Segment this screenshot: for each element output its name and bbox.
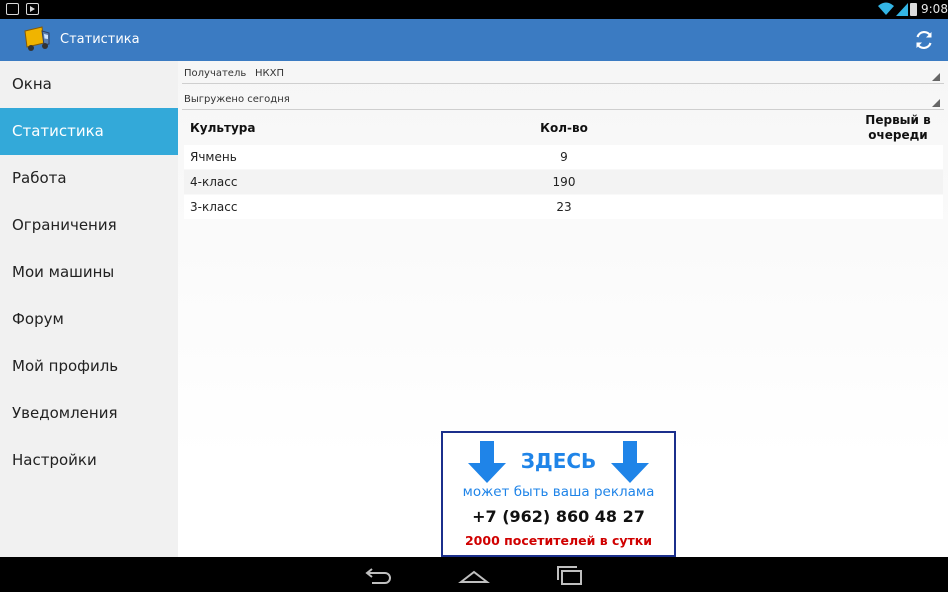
drawer-item-my-profile[interactable]: Мой профиль — [0, 343, 178, 390]
clipboard-check-icon — [6, 3, 19, 15]
navigation-drawer: Окна Статистика Работа Ограничения Мои м… — [0, 61, 178, 557]
drawer-item-notifications[interactable]: Уведомления — [0, 390, 178, 437]
drawer-item-windows[interactable]: Окна — [0, 61, 178, 108]
signal-icon — [896, 3, 908, 16]
dropdown-arrow-icon — [932, 73, 940, 81]
status-clock: 9:08 — [921, 2, 948, 16]
ad-phone: +7 (962) 860 48 27 — [472, 507, 645, 526]
ad-subline: может быть ваша реклама — [462, 484, 655, 500]
drawer-item-statistics[interactable]: Статистика — [0, 108, 178, 155]
count-cell: 190 — [552, 175, 576, 189]
battery-icon — [910, 3, 917, 16]
drawer-item-my-vehicles[interactable]: Мои машины — [0, 249, 178, 296]
date-spinner[interactable]: Выгружено сегодня — [182, 89, 944, 110]
action-bar: Статистика — [0, 19, 948, 61]
column-header-first-in-queue: Первый в очереди — [854, 113, 942, 143]
status-bar: 9:08 — [0, 0, 948, 19]
ad-headline: ЗДЕСЬ — [520, 449, 597, 473]
wifi-icon — [878, 2, 894, 15]
ad-visitors: 2000 посетителей в сутки — [464, 533, 653, 548]
count-cell: 9 — [560, 150, 568, 164]
culture-cell: 3-класс — [190, 200, 238, 214]
truck-icon[interactable] — [22, 25, 52, 55]
column-header-culture: Культура — [190, 121, 256, 135]
drawer-item-forum[interactable]: Форум — [0, 296, 178, 343]
home-icon[interactable] — [458, 563, 490, 587]
drawer-item-settings[interactable]: Настройки — [0, 437, 178, 484]
table-row[interactable]: 3-класс 23 — [184, 195, 943, 219]
receiver-spinner[interactable]: Получатель НКХП — [182, 63, 944, 84]
back-icon[interactable] — [364, 563, 396, 587]
refresh-icon[interactable] — [912, 28, 936, 52]
drawer-item-work[interactable]: Работа — [0, 155, 178, 202]
dropdown-arrow-icon — [932, 99, 940, 107]
culture-cell: Ячмень — [190, 150, 237, 164]
table-row[interactable]: Ячмень 9 — [184, 145, 943, 169]
page-title: Статистика — [60, 32, 140, 47]
recents-icon[interactable] — [554, 563, 586, 587]
column-header-first-line1: Первый в — [865, 113, 931, 127]
ad-banner[interactable]: ЗДЕСЬ может быть ваша реклама +7 (962) 8… — [441, 431, 676, 557]
receiver-label: Получатель — [184, 68, 247, 79]
count-cell: 23 — [556, 200, 572, 214]
culture-cell: 4-класс — [190, 175, 238, 189]
table-row[interactable]: 4-класс 190 — [184, 170, 943, 194]
play-store-icon — [26, 3, 39, 15]
system-nav-bar — [0, 557, 948, 592]
column-header-count: Кол-во — [540, 121, 588, 135]
drawer-item-restrictions[interactable]: Ограничения — [0, 202, 178, 249]
receiver-value: НКХП — [255, 68, 284, 79]
date-value: Выгружено сегодня — [184, 94, 290, 105]
column-header-first-line2: очереди — [868, 128, 928, 142]
